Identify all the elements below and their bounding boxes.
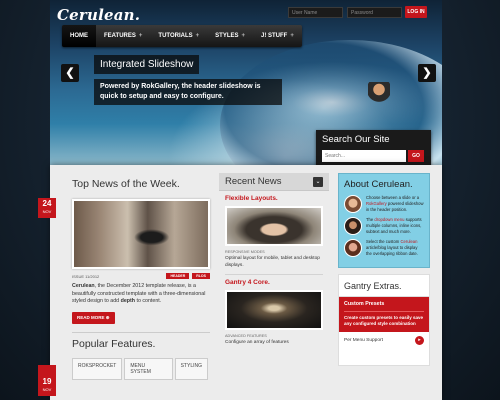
news-item-image[interactable] xyxy=(225,206,323,246)
recent-news-heading: Recent News xyxy=(225,176,282,187)
nav-label: J! STUFF xyxy=(261,33,288,39)
tab-styling[interactable]: STYLING xyxy=(174,357,208,380)
avatar xyxy=(344,239,362,257)
arrow-right-icon: ▸ xyxy=(415,336,424,345)
date-day: 19 xyxy=(42,377,52,386)
news-item-category: ADVANCED FEATURES xyxy=(225,334,267,338)
slide-description: Powered by RokGallery, the header slides… xyxy=(94,79,282,105)
password-field[interactable]: Password xyxy=(347,7,402,18)
search-input[interactable]: Search... xyxy=(322,150,406,162)
news-item-title[interactable]: Gantry 4 Core. xyxy=(225,279,323,286)
read-more-button[interactable]: READ MORE ⊕ xyxy=(72,311,115,324)
about-module: About Cerulean. Choose between a slide o… xyxy=(338,173,430,268)
top-news-heading: Top News of the Week. xyxy=(72,178,180,190)
site-logo[interactable]: Cerulean. xyxy=(57,6,140,24)
about-heading: About Cerulean. xyxy=(344,179,413,190)
tag-badge[interactable]: HEADER xyxy=(166,273,190,279)
tag-badge[interactable]: RLOS xyxy=(192,273,210,279)
news-item-text: Configure an array of features xyxy=(225,340,289,345)
about-text: The dropdown menu supports multiple colu… xyxy=(366,217,424,235)
custom-presets-panel[interactable]: Custom Presets Create custom presets to … xyxy=(339,297,429,332)
nav-label: FEATURES xyxy=(104,33,136,39)
about-row: Select the custom Cerulean article/blog … xyxy=(344,239,424,257)
recent-news-column: Recent News ⌄ Flexible Layouts. RESPONSI… xyxy=(219,173,329,347)
avatar xyxy=(344,195,362,213)
news-item-text: Optimal layout for mobile, tablet and de… xyxy=(225,256,320,268)
about-row: The dropdown menu supports multiple colu… xyxy=(344,217,424,235)
per-menu-support-label: Per Menu Support xyxy=(344,338,383,343)
per-menu-support-row[interactable]: Per Menu Support ▸ xyxy=(339,332,429,349)
plus-icon: + xyxy=(195,33,200,39)
news-item-title[interactable]: Flexible Layouts. xyxy=(225,195,323,202)
date-ribbon-popular: 19 NOV xyxy=(38,376,56,396)
top-news-excerpt: Cerulean, the December 2012 template rel… xyxy=(72,283,210,306)
about-link[interactable]: dropdown menu xyxy=(374,217,404,222)
about-text-part: Choose between a slide or a xyxy=(366,195,420,200)
nav-item-features[interactable]: FEATURES + xyxy=(96,25,150,47)
nav-item-styles[interactable]: STYLES + xyxy=(207,25,253,47)
plus-icon: + xyxy=(290,33,294,39)
popular-tabs: ROKSPROCKET MENU SYSTEM STYLING xyxy=(72,357,210,380)
plus-icon: + xyxy=(241,33,246,39)
plus-icon: + xyxy=(138,33,143,39)
about-text-part: Select the custom xyxy=(366,239,401,244)
news-item-category: RESPONSIVE MODES xyxy=(225,250,265,254)
left-column: Top News of the Week. ISSUE 11/2012 HEAD… xyxy=(72,178,210,380)
tab-menu-system[interactable]: MENU SYSTEM xyxy=(124,357,173,380)
avatar xyxy=(344,217,362,235)
slideshow-prev-button[interactable]: ❮ xyxy=(61,64,79,82)
about-text: Choose between a slide or a RokGallery p… xyxy=(366,195,424,213)
custom-presets-title: Custom Presets xyxy=(344,301,385,307)
search-module: Search Our Site Search... GO xyxy=(316,130,431,165)
main-nav: HOME FEATURES + TUTORIALS + STYLES + J! STU… xyxy=(62,25,302,47)
issue-label: ISSUE 11/2012 xyxy=(72,273,100,279)
site-frame: Cerulean. User Name Password LOG IN HOME… xyxy=(38,0,442,400)
nav-label: TUTORIALS xyxy=(158,33,193,39)
header-slideshow: Cerulean. User Name Password LOG IN HOME… xyxy=(50,0,442,165)
nav-item-tutorials[interactable]: TUTORIALS + xyxy=(150,25,207,47)
excerpt-text-end: to content. xyxy=(135,298,162,304)
about-text: Select the custom Cerulean article/blog … xyxy=(366,239,424,257)
about-text-part: article/blog layout to display the overl… xyxy=(366,244,418,256)
nav-item-j-stuff[interactable]: J! STUFF + xyxy=(253,25,302,47)
slideshow-next-button[interactable]: ❯ xyxy=(418,64,436,82)
divider xyxy=(72,331,210,333)
chevron-down-icon[interactable]: ⌄ xyxy=(313,176,323,187)
surfer-image xyxy=(368,82,390,112)
excerpt-emphasis: depth xyxy=(120,298,136,304)
date-month: NOV xyxy=(42,209,52,214)
recent-news-item: Flexible Layouts. RESPONSIVE MODES Optim… xyxy=(219,191,329,275)
about-link[interactable]: Cerulean xyxy=(400,239,417,244)
gantry-extras-heading: Gantry Extras. xyxy=(339,275,429,297)
search-go-button[interactable]: GO xyxy=(408,150,424,162)
nav-item-home[interactable]: HOME xyxy=(62,25,96,47)
custom-presets-text: Create custom presets to easily save any… xyxy=(344,311,424,327)
recent-news-header: Recent News ⌄ xyxy=(219,173,329,191)
date-month: NOV xyxy=(42,387,52,392)
login-button[interactable]: LOG IN xyxy=(405,6,427,18)
tab-roksprocket[interactable]: ROKSPROCKET xyxy=(72,357,123,380)
username-field[interactable]: User Name xyxy=(288,7,343,18)
popular-features-heading: Popular Features. xyxy=(72,337,156,350)
gantry-extras-module: Gantry Extras. Custom Presets Create cus… xyxy=(338,274,430,366)
nav-label: HOME xyxy=(70,33,88,39)
issue-row: ISSUE 11/2012 HEADER RLOS xyxy=(72,273,210,279)
date-ribbon-top-news: 24 NOV xyxy=(38,198,56,218)
search-title: Search Our Site xyxy=(322,134,390,145)
slide-title: Integrated Slideshow xyxy=(94,55,200,74)
about-link[interactable]: RokGallery xyxy=(366,201,387,206)
about-row: Choose between a slide or a RokGallery p… xyxy=(344,195,424,213)
top-news-image[interactable] xyxy=(72,199,210,269)
nav-label: STYLES xyxy=(215,33,239,39)
news-item-image[interactable] xyxy=(225,290,323,330)
excerpt-bold: Cerulean xyxy=(72,283,95,289)
right-column: About Cerulean. Choose between a slide o… xyxy=(338,173,430,366)
recent-news-item: Gantry 4 Core. ADVANCED FEATURES Configu… xyxy=(219,275,329,347)
date-day: 24 xyxy=(42,199,52,208)
main-content: Top News of the Week. ISSUE 11/2012 HEAD… xyxy=(38,165,442,400)
